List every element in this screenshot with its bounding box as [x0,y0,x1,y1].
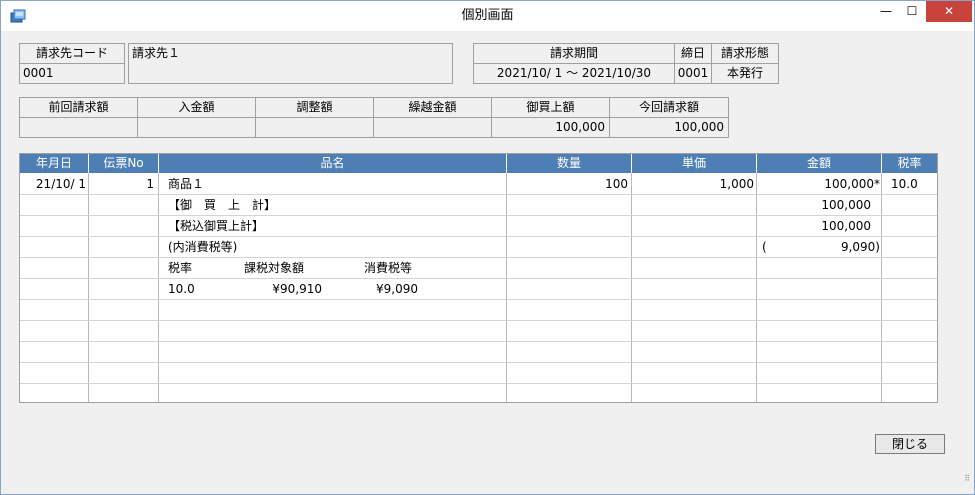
summary-header: 今回請求額 [609,97,729,118]
close-window-button[interactable]: ✕ [926,1,972,22]
column-header-quantity[interactable]: 数量 [507,154,632,173]
row6-tax-rate-value: 10.0 [168,282,195,296]
row3-tax-included-amount: 100,000 [821,219,871,233]
row5-tax-rate-label: 税率 [168,261,193,275]
closing-day-label: 締日 [674,43,712,64]
row2-subtotal-label: 【御 買 上 計】 [168,198,277,212]
row4-tax-label: (内消費税等) [168,240,238,254]
row1-slip-no[interactable]: 1 [89,174,154,194]
title-bar: 個別画面 — ☐ ✕ [1,1,974,31]
customer-code-label: 請求先コード [19,43,125,64]
row-divider [20,257,937,258]
column-divider [881,173,882,402]
billing-format-value: 本発行 [711,63,779,84]
summary-value-carryover [373,117,492,138]
billing-period-label: 請求期間 [473,43,675,64]
row3-tax-included-label: 【税込御買上計】 [168,219,265,233]
summary-value-previous [19,117,138,138]
summary-header: 調整額 [255,97,374,118]
row1-date[interactable]: 21/10/ 1 [20,174,86,194]
billing-format-label: 請求形態 [711,43,779,64]
close-button[interactable]: 閉じる [875,434,945,454]
maximize-button[interactable]: ☐ [899,1,925,22]
minimize-button[interactable]: — [873,1,899,22]
summary-value-current: 100,000 [609,117,729,138]
column-divider [631,173,632,402]
column-header-item-name[interactable]: 品名 [159,154,507,173]
summary-value-payment [137,117,256,138]
summary-value-purchase: 100,000 [491,117,610,138]
customer-name-value: 請求先１ [128,43,453,84]
summary-header: 繰越金額 [373,97,492,118]
row1-quantity[interactable]: 100 [507,174,628,194]
row1-item-name[interactable]: 商品１ [168,174,498,194]
column-divider [88,173,89,402]
row6-taxable-value: ¥90,910 [272,282,322,296]
resize-grip-icon[interactable]: ⠿ [956,475,970,490]
row-divider [20,341,937,342]
window: 個別画面 — ☐ ✕ 請求先コード 0001 請求先１ 請求期間 締日 請求形態… [0,0,975,495]
row-divider [20,299,937,300]
row1-tax-rate[interactable]: 10.0 [891,174,935,194]
row4-tax-amount: 9,090) [840,240,880,254]
column-header-tax-rate[interactable]: 税率 [882,154,937,173]
summary-header: 前回請求額 [19,97,138,118]
window-title: 個別画面 [461,8,514,23]
column-header-unit-price[interactable]: 単価 [632,154,757,173]
summary-value-adjustment [255,117,374,138]
row5-taxable-label: 課税対象額 [244,261,305,275]
detail-grid[interactable]: 年月日 伝票No 品名 数量 単価 金額 税率 21/10/ 1 1 商品１ 1… [19,153,938,403]
row5-consumption-tax-label: 消費税等 [364,261,413,275]
billing-period-value: 2021/10/ 1 〜 2021/10/30 [473,63,675,84]
row1-amount[interactable]: 100,000* [757,174,880,194]
column-divider [506,173,507,402]
column-header-amount[interactable]: 金額 [757,154,882,173]
row-divider [20,362,937,363]
row6-consumption-tax-value: ¥9,090 [376,282,418,296]
column-divider [158,173,159,402]
row1-unit-price[interactable]: 1,000 [632,174,754,194]
row-divider [20,383,937,384]
row-divider [20,278,937,279]
column-header-date[interactable]: 年月日 [20,154,89,173]
column-header-slip-no[interactable]: 伝票No [89,154,159,173]
summary-header: 御買上額 [491,97,610,118]
summary-header: 入金額 [137,97,256,118]
row2-subtotal-amount: 100,000 [821,198,871,212]
closing-day-value: 0001 [674,63,712,84]
customer-code-value: 0001 [19,63,125,84]
row-divider [20,320,937,321]
